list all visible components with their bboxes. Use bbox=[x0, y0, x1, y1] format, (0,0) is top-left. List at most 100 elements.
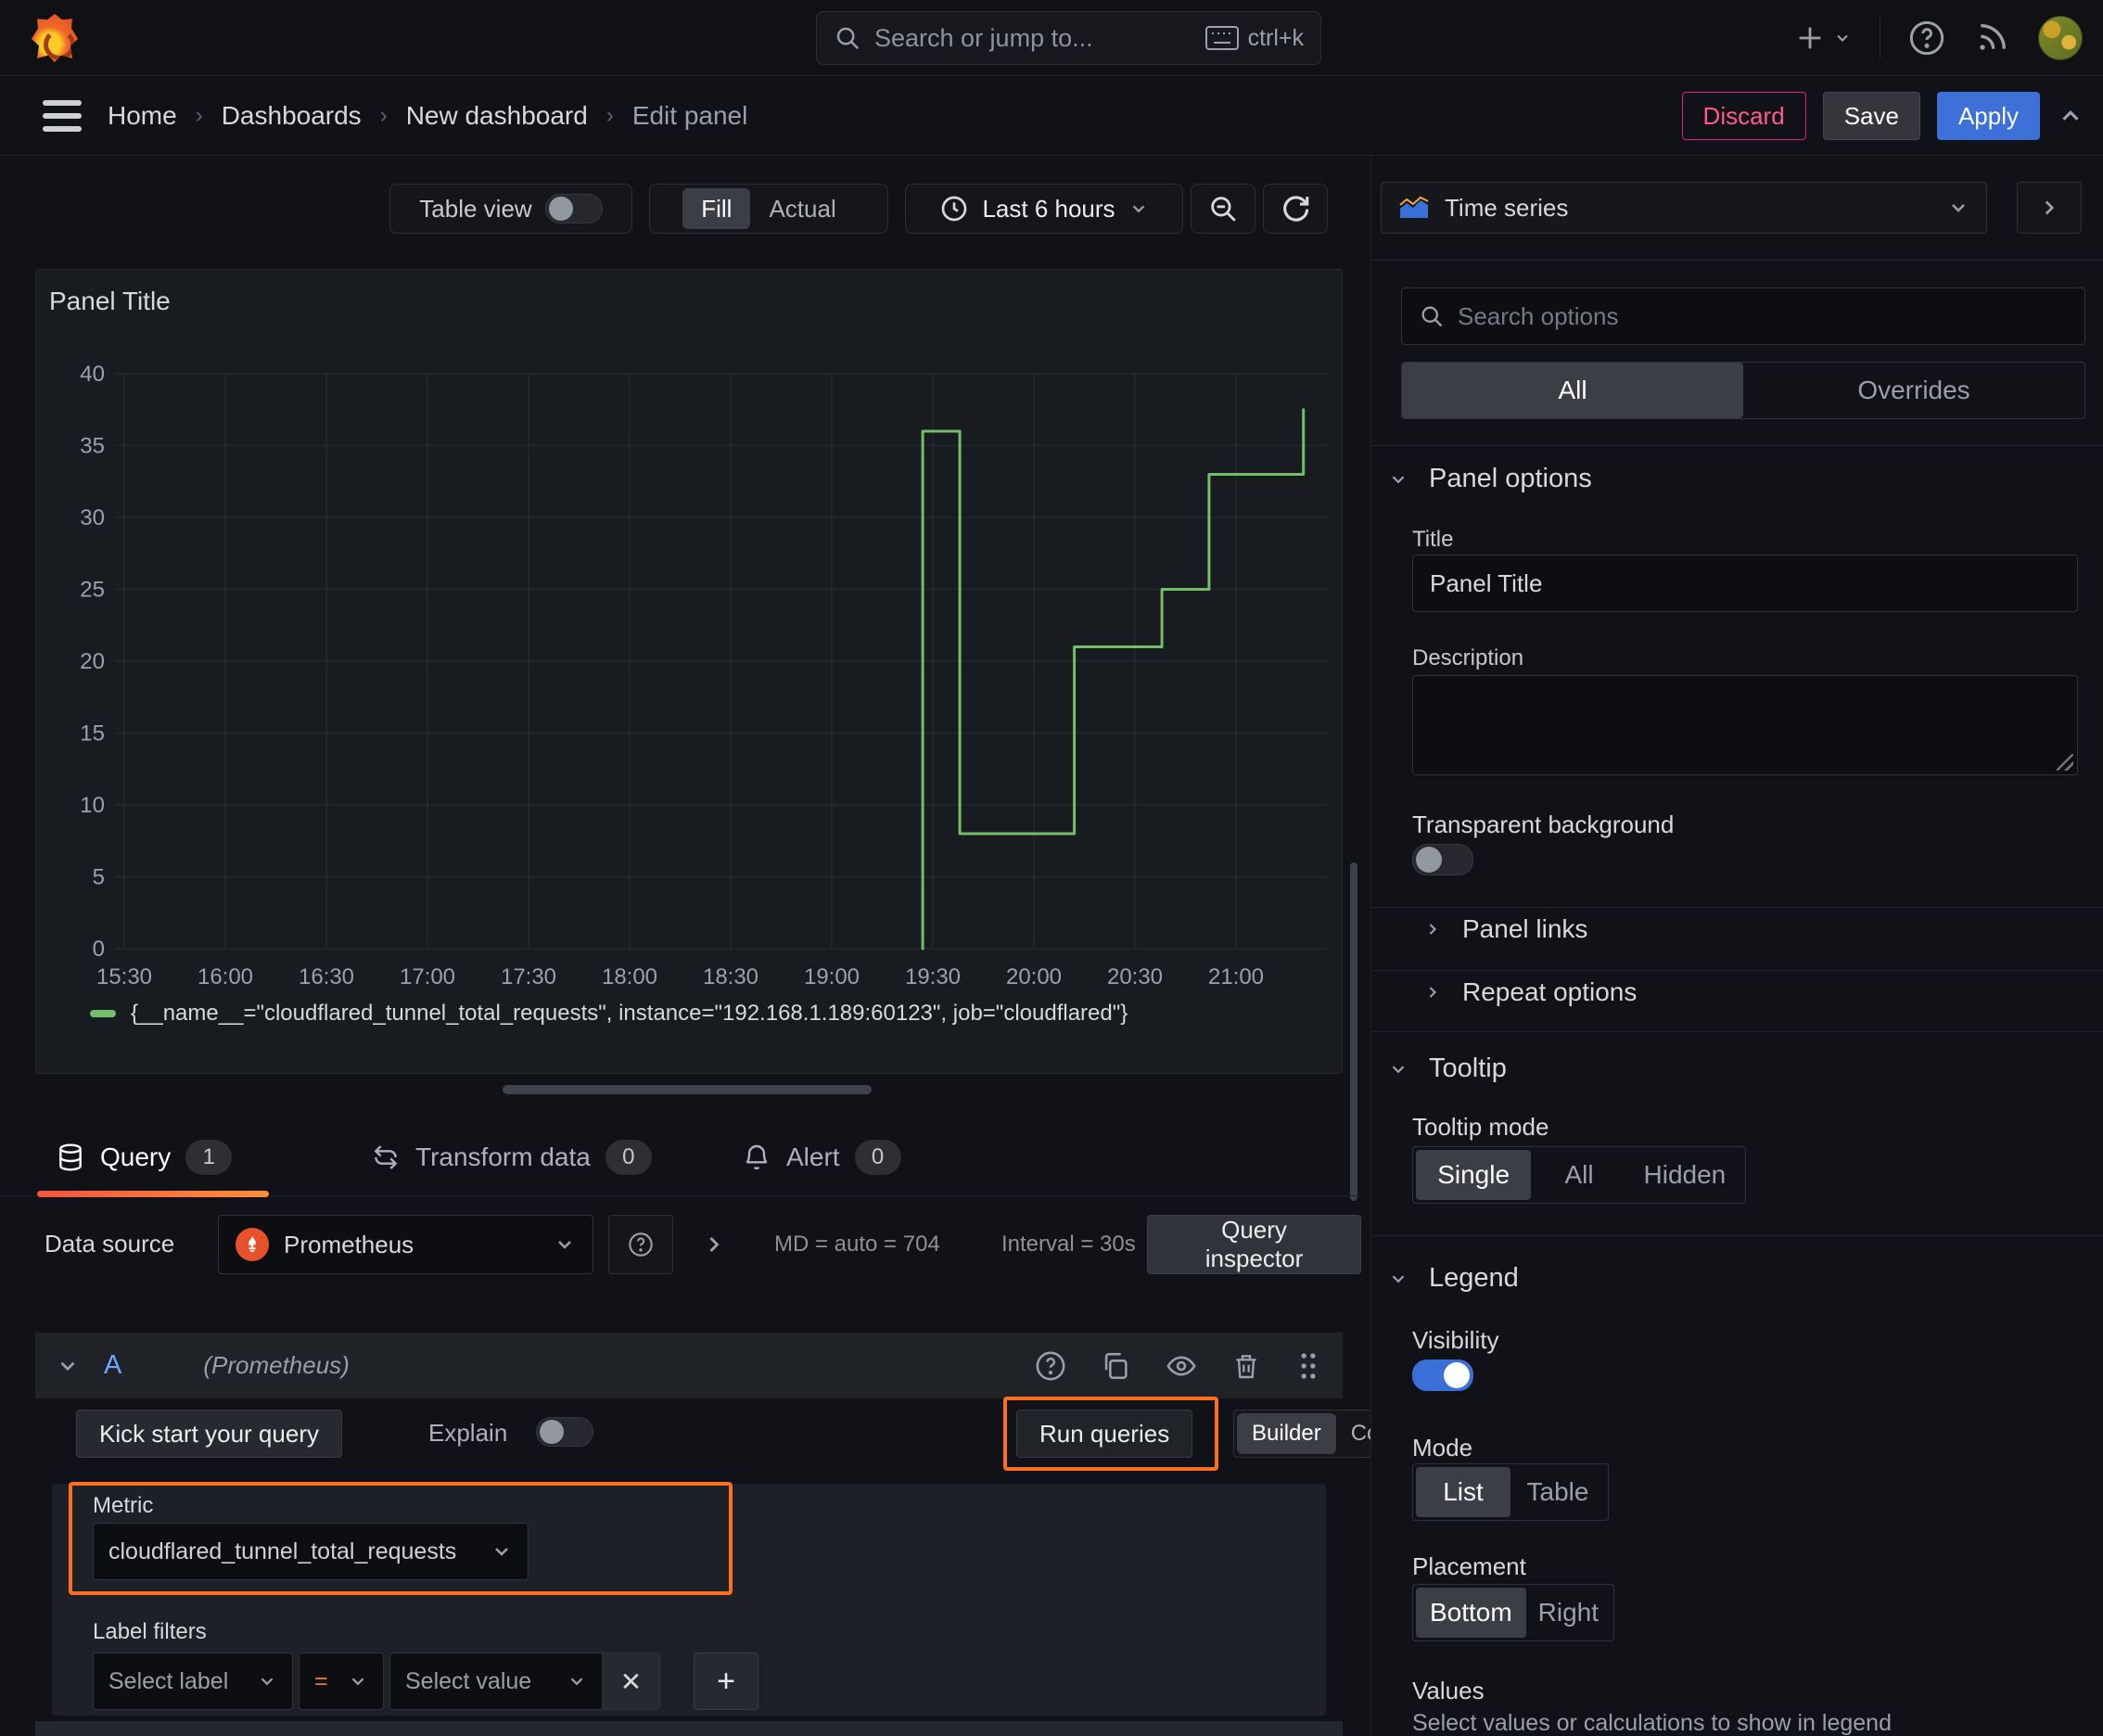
transparent-background-toggle[interactable] bbox=[1412, 844, 1473, 875]
collapse-chevron-up-icon[interactable] bbox=[2057, 102, 2084, 130]
datasource-picker[interactable]: Prometheus bbox=[218, 1215, 593, 1274]
svg-text:16:30: 16:30 bbox=[299, 964, 354, 989]
datasource-name: Prometheus bbox=[284, 1230, 414, 1258]
operator-dropdown[interactable]: = bbox=[299, 1653, 384, 1710]
svg-text:18:30: 18:30 bbox=[703, 964, 758, 989]
toggle-visibility-icon[interactable] bbox=[1165, 1350, 1198, 1382]
datasource-help-button[interactable] bbox=[608, 1215, 673, 1274]
legend-section[interactable]: Legend bbox=[1388, 1263, 1519, 1294]
legend-bottom-option[interactable]: Bottom bbox=[1416, 1588, 1526, 1638]
table-view-toggle[interactable] bbox=[544, 194, 603, 223]
svg-text:30: 30 bbox=[80, 505, 105, 530]
svg-text:25: 25 bbox=[80, 578, 105, 603]
select-value-dropdown[interactable]: Select value bbox=[389, 1653, 603, 1710]
query-count-badge: 1 bbox=[185, 1140, 233, 1175]
search-input[interactable]: Search or jump to... ctrl+k bbox=[816, 11, 1321, 65]
tooltip-all-option[interactable]: All bbox=[1531, 1150, 1627, 1200]
resize-grip-icon[interactable] bbox=[2057, 754, 2073, 771]
metric-select[interactable]: cloudflared_tunnel_total_requests bbox=[93, 1523, 529, 1580]
actual-option[interactable]: Actual bbox=[750, 188, 854, 229]
chevron-down-icon bbox=[1952, 204, 1965, 212]
tab-transform-data[interactable]: Transform data 0 bbox=[371, 1124, 652, 1191]
svg-text:15: 15 bbox=[80, 721, 105, 747]
database-icon bbox=[59, 1143, 82, 1171]
discard-button[interactable]: Discard bbox=[1681, 92, 1806, 140]
tab-query[interactable]: Query 1 bbox=[56, 1124, 233, 1191]
transparent-background-label: Transparent background bbox=[1412, 811, 1675, 838]
apply-button[interactable]: Apply bbox=[1936, 92, 2040, 140]
tab-all[interactable]: All bbox=[1402, 363, 1743, 418]
tab-alert[interactable]: Alert 0 bbox=[742, 1124, 901, 1191]
delete-query-icon[interactable] bbox=[1231, 1350, 1261, 1382]
mode-label: Mode bbox=[1412, 1434, 1473, 1462]
query-datasource-hint: (Prometheus) bbox=[203, 1351, 350, 1379]
zoom-out-button[interactable] bbox=[1191, 184, 1255, 234]
legend-visibility-toggle[interactable] bbox=[1412, 1359, 1473, 1391]
query-row-header[interactable]: A (Prometheus) bbox=[35, 1333, 1343, 1398]
time-series-chart[interactable]: 0 5 10 15 20 25 30 35 40 15:30 16:00 16:30 17:00 17:3… bbox=[36, 270, 1344, 993]
run-queries-button[interactable]: Run queries bbox=[1016, 1410, 1193, 1458]
add-menu-button[interactable] bbox=[1794, 22, 1852, 54]
legend-table-option[interactable]: Table bbox=[1510, 1467, 1605, 1517]
search-icon bbox=[1421, 306, 1443, 327]
drag-handle-icon[interactable] bbox=[1294, 1350, 1322, 1382]
svg-text:16:00: 16:00 bbox=[198, 964, 253, 989]
fill-option[interactable]: Fill bbox=[682, 188, 751, 229]
svg-text:20:30: 20:30 bbox=[1107, 964, 1163, 989]
transform-count-badge: 0 bbox=[605, 1140, 652, 1175]
breadcrumb-dashboards[interactable]: Dashboards bbox=[222, 101, 362, 131]
time-range-picker[interactable]: Last 6 hours bbox=[905, 184, 1183, 234]
remove-filter-button[interactable]: ✕ bbox=[603, 1653, 660, 1710]
panel-resize-handle[interactable] bbox=[503, 1085, 872, 1094]
svg-text:40: 40 bbox=[80, 362, 105, 387]
legend-mode-switch: List Table bbox=[1412, 1463, 1609, 1521]
prometheus-icon bbox=[236, 1228, 269, 1261]
query-inspector-button[interactable]: Query inspector bbox=[1147, 1215, 1361, 1274]
collapse-sidebar-button[interactable] bbox=[2017, 182, 2082, 234]
kick-start-query-button[interactable]: Kick start your query bbox=[76, 1410, 342, 1458]
panel-options-section[interactable]: Panel options bbox=[1388, 464, 1592, 494]
builder-option[interactable]: Builder bbox=[1237, 1413, 1336, 1454]
chart-legend[interactable]: {__name__="cloudflared_tunnel_total_requ… bbox=[90, 1001, 1128, 1027]
user-avatar[interactable] bbox=[2038, 16, 2083, 60]
panel-title-input[interactable]: Panel Title bbox=[1412, 555, 2078, 612]
grafana-logo-icon[interactable] bbox=[32, 14, 78, 62]
collapse-chevron-down-icon[interactable] bbox=[56, 1354, 80, 1378]
legend-list-option[interactable]: List bbox=[1416, 1467, 1510, 1517]
explain-toggle[interactable] bbox=[536, 1417, 593, 1447]
fill-actual-group: Fill Actual bbox=[649, 184, 888, 234]
tooltip-mode-switch: Single All Hidden bbox=[1412, 1146, 1746, 1204]
select-label-dropdown[interactable]: Select label bbox=[93, 1653, 293, 1710]
panel-links-section[interactable]: Panel links bbox=[1423, 914, 1587, 944]
help-icon[interactable] bbox=[1908, 19, 1945, 57]
description-textarea[interactable] bbox=[1412, 675, 2078, 775]
table-view-label: Table view bbox=[419, 194, 532, 223]
legend-right-option[interactable]: Right bbox=[1526, 1588, 1611, 1638]
plus-icon bbox=[1799, 27, 1821, 49]
tooltip-hidden-option[interactable]: Hidden bbox=[1627, 1150, 1742, 1200]
tooltip-section[interactable]: Tooltip bbox=[1388, 1053, 1507, 1084]
add-filter-button[interactable]: + bbox=[694, 1653, 758, 1710]
panel-preview: Panel Title 0 5 10 15 20 25 30 35 40 15:30 16:00 16… bbox=[35, 269, 1343, 1074]
legend-series-swatch bbox=[90, 1010, 116, 1017]
expand-chevron-right-icon[interactable] bbox=[701, 1232, 727, 1257]
breadcrumb-new-dashboard[interactable]: New dashboard bbox=[406, 101, 588, 131]
time-range-label: Last 6 hours bbox=[982, 194, 1115, 223]
menu-toggle-button[interactable] bbox=[43, 100, 82, 132]
search-options-input[interactable]: Search options bbox=[1401, 287, 2085, 345]
save-button[interactable]: Save bbox=[1822, 92, 1920, 140]
tooltip-single-option[interactable]: Single bbox=[1416, 1150, 1532, 1200]
duplicate-query-icon[interactable] bbox=[1100, 1350, 1131, 1382]
time-series-viz-icon bbox=[1399, 196, 1429, 218]
tab-overrides[interactable]: Overrides bbox=[1743, 363, 2084, 418]
datasource-label: Data source bbox=[45, 1230, 175, 1257]
repeat-options-section[interactable]: Repeat options bbox=[1423, 977, 1637, 1007]
query-help-icon[interactable] bbox=[1035, 1350, 1066, 1382]
refresh-button[interactable] bbox=[1263, 184, 1328, 234]
editor-tabs: Query 1 Transform data 0 Alert 0 bbox=[0, 1124, 1361, 1197]
visualization-picker[interactable]: Time series bbox=[1381, 182, 1987, 234]
label-filters-label: Label filters bbox=[93, 1619, 207, 1644]
news-rss-icon[interactable] bbox=[1973, 19, 2010, 57]
breadcrumb-home[interactable]: Home bbox=[108, 101, 177, 131]
next-section-edge bbox=[35, 1721, 1343, 1736]
